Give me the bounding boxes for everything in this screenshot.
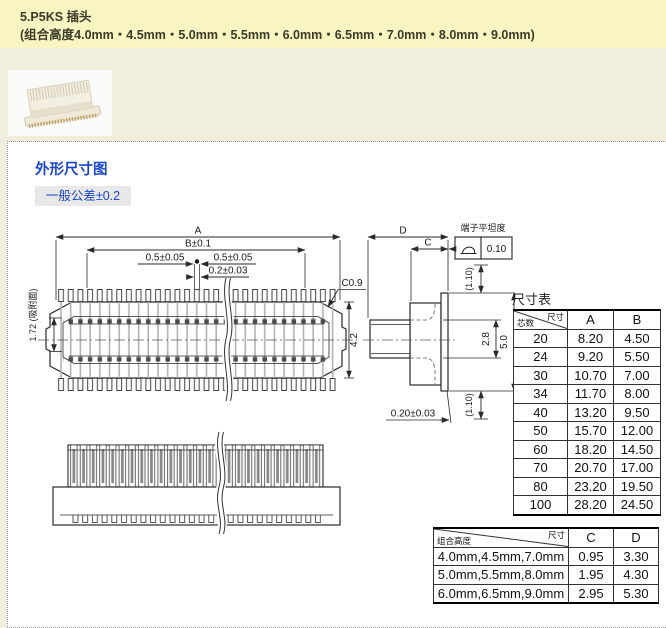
col-header-d: D	[613, 527, 659, 548]
section-title: 外形尺寸图	[35, 162, 108, 178]
table-row: 20 8.20 4.50	[513, 328, 661, 348]
diagonal-header-cell: 尺寸 芯数	[513, 309, 568, 330]
value-cell: 4.50	[613, 328, 661, 348]
diag-top-label: 尺寸	[547, 530, 565, 540]
value-cell: 23.20	[567, 476, 614, 496]
header-band: 5.P5KS 插头 (组合高度4.0mm・4.5mm・5.0mm・5.5mm・6…	[0, 0, 666, 48]
table-row: 4.0mm,4.5mm,7.0mm 0.95 3.30	[433, 546, 659, 566]
connector-photo-image	[24, 79, 102, 129]
col-header-c: C	[568, 527, 614, 548]
value-cell: 2.95	[568, 583, 614, 604]
diagonal-header-cell: 尺寸 组合高度	[433, 527, 569, 548]
value-cell: 17.00	[613, 458, 661, 478]
diag-top-label: 尺寸	[546, 312, 564, 322]
table-row: 34 11.70 8.00	[513, 384, 661, 404]
value-cell: 5.30	[613, 583, 659, 604]
row-label-cell: 34	[513, 384, 568, 404]
table-header-row: 尺寸 组合高度 C D	[433, 527, 659, 548]
tolerance-chip: 一般公差±0.2	[35, 186, 131, 206]
size-table-title: 尺寸表	[512, 292, 552, 307]
value-cell: 13.20	[567, 402, 614, 422]
height-table: 尺寸 组合高度 C D 4.0mm,4.5mm,7.0mm 0.95 3.30 5.…	[433, 527, 659, 604]
table-row: 70 20.70 17.00	[513, 458, 661, 478]
value-cell: 0.95	[568, 546, 614, 566]
page-subtitle: (组合高度4.0mm・4.5mm・5.0mm・5.5mm・6.0mm・6.5mm…	[20, 28, 535, 42]
value-cell: 19.50	[613, 476, 661, 496]
datasheet-page: { "header": { "title": "5.P5KS 插头", "sub…	[0, 0, 666, 628]
value-cell: 7.00	[613, 365, 661, 385]
page-title: 5.P5KS 插头	[20, 10, 92, 24]
value-cell: 8.20	[567, 328, 614, 348]
row-label-cell: 80	[513, 476, 568, 496]
row-label-cell: 6.0mm,6.5mm,9.0mm	[433, 583, 569, 604]
value-cell: 9.20	[567, 347, 614, 367]
table-row: 30 10.70 7.00	[513, 365, 661, 385]
table-row: 6.0mm,6.5mm,9.0mm 2.95 5.30	[433, 583, 659, 604]
value-cell: 10.70	[567, 365, 614, 385]
row-label-cell: 30	[513, 365, 568, 385]
diag-bottom-label: 组合高度	[437, 535, 472, 546]
value-cell: 5.50	[613, 347, 661, 367]
table-header-row: 尺寸 芯数 A B	[513, 309, 661, 330]
row-label-cell: 50	[513, 421, 568, 441]
col-header-a: A	[567, 309, 614, 330]
value-cell: 4.30	[613, 565, 659, 585]
row-label-cell: 24	[513, 347, 568, 367]
value-cell: 12.00	[613, 421, 661, 441]
diag-bottom-label: 芯数	[517, 317, 535, 328]
value-cell: 18.20	[567, 439, 614, 459]
value-cell: 14.50	[613, 439, 661, 459]
row-label-cell: 4.0mm,4.5mm,7.0mm	[433, 546, 569, 566]
value-cell: 11.70	[567, 384, 614, 404]
table-row: 40 13.20 9.50	[513, 402, 661, 422]
table-row: 100 28.20 24.50	[513, 495, 661, 515]
value-cell: 15.70	[567, 421, 614, 441]
row-label-cell: 5.0mm,5.5mm,8.0mm	[433, 565, 569, 585]
value-cell: 20.70	[567, 458, 614, 478]
row-label-cell: 20	[513, 328, 568, 348]
table-row: 50 15.70 12.00	[513, 421, 661, 441]
value-cell: 3.30	[613, 546, 659, 566]
col-header-b: B	[613, 309, 661, 330]
value-cell: 24.50	[613, 495, 661, 515]
row-label-cell: 60	[513, 439, 568, 459]
value-cell: 28.20	[567, 495, 614, 515]
table-row: 60 18.20 14.50	[513, 439, 661, 459]
size-table: 尺寸 芯数 A B 20 8.20 4.50 24 9.20 5.50 30 10.70 7…	[513, 309, 661, 516]
value-cell: 1.95	[568, 565, 614, 585]
value-cell: 9.50	[613, 402, 661, 422]
table-row: 24 9.20 5.50	[513, 347, 661, 367]
table-row: 5.0mm,5.5mm,8.0mm 1.95 4.30	[433, 565, 659, 585]
row-label-cell: 100	[513, 495, 568, 515]
connector-photo	[8, 70, 112, 136]
value-cell: 8.00	[613, 384, 661, 404]
row-label-cell: 40	[513, 402, 568, 422]
row-label-cell: 70	[513, 458, 568, 478]
table-row: 80 23.20 19.50	[513, 476, 661, 496]
